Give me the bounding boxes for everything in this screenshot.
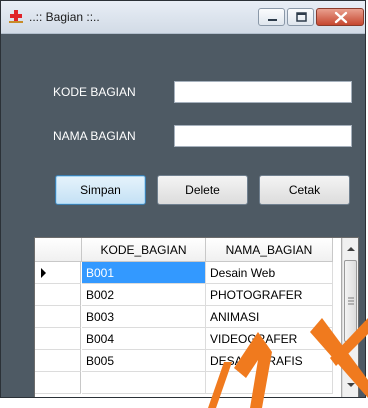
row-header[interactable]	[35, 372, 81, 394]
row-header[interactable]	[35, 284, 81, 306]
window-title: ..:: Bagian ::..	[29, 10, 100, 24]
cetak-button[interactable]: Cetak	[259, 175, 350, 205]
table-cell-kode[interactable]	[82, 372, 206, 394]
grid-body: KODE_BAGIAN NAMA_BAGIAN B001 Desain Web …	[35, 238, 341, 397]
delete-button[interactable]: Delete	[157, 175, 248, 205]
kode-bagian-label: KODE BAGIAN	[53, 85, 136, 99]
simpan-button[interactable]: Simpan	[55, 175, 146, 205]
table-cell-kode[interactable]: B001	[82, 262, 206, 284]
bagian-data-grid[interactable]: KODE_BAGIAN NAMA_BAGIAN B001 Desain Web …	[34, 237, 359, 397]
table-cell-nama[interactable]: VIDEOGRAFER	[206, 328, 333, 350]
close-icon	[334, 11, 348, 24]
nama-bagian-input[interactable]	[174, 125, 352, 147]
nama-bagian-label: NAMA BAGIAN	[53, 129, 136, 143]
maximize-button[interactable]	[287, 8, 314, 26]
table-cell-nama[interactable]: DESAIN GRAFIS	[206, 350, 333, 372]
row-header[interactable]	[35, 262, 81, 284]
scroll-down-icon[interactable]	[343, 376, 359, 394]
row-header[interactable]	[35, 328, 81, 350]
title-bar[interactable]: ..:: Bagian ::..	[1, 1, 365, 34]
kode-bagian-input[interactable]	[174, 81, 352, 103]
maximize-icon	[296, 12, 307, 22]
table-cell-nama[interactable]: PHOTOGRAFER	[206, 284, 333, 306]
row-header[interactable]	[35, 306, 81, 328]
red-cross-icon	[9, 10, 23, 23]
row-pointer-icon	[41, 268, 46, 278]
bagian-window: ..:: Bagian ::.. KODE BAGIAN NAMA BAGIAN…	[0, 0, 366, 398]
scroll-thumb[interactable]	[344, 260, 357, 342]
column-header-nama[interactable]: NAMA_BAGIAN	[206, 238, 333, 262]
close-button[interactable]	[316, 8, 364, 26]
table-cell-nama[interactable]: ANIMASI	[206, 306, 333, 328]
table-cell-kode[interactable]: B002	[82, 284, 206, 306]
minimize-button[interactable]	[258, 8, 285, 26]
table-cell-nama[interactable]: Desain Web	[206, 262, 333, 284]
table-cell-kode[interactable]: B005	[82, 350, 206, 372]
row-header[interactable]	[35, 350, 81, 372]
vertical-scrollbar[interactable]	[342, 238, 359, 397]
row-header-corner	[35, 238, 82, 262]
scroll-up-icon[interactable]	[343, 240, 359, 258]
column-header-kode[interactable]: KODE_BAGIAN	[82, 238, 206, 262]
table-cell-nama[interactable]	[206, 372, 333, 394]
table-cell-kode[interactable]: B003	[82, 306, 206, 328]
table-cell-kode[interactable]: B004	[82, 328, 206, 350]
grip-icon	[348, 297, 354, 305]
minimize-icon	[268, 19, 277, 21]
